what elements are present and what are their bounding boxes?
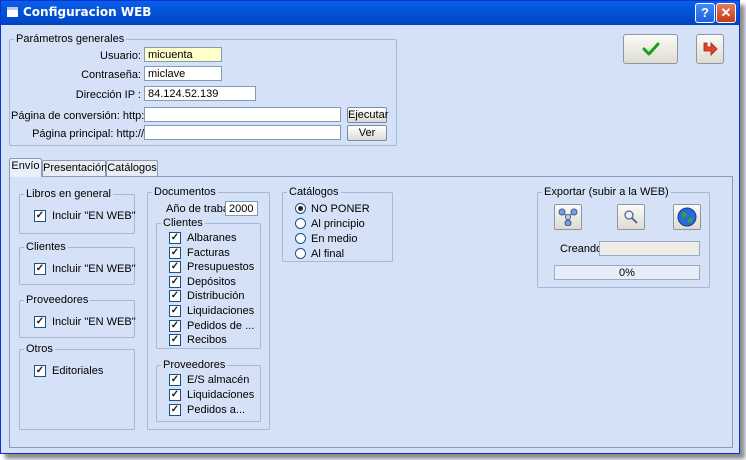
export-progress-bar: 0% [554, 265, 700, 280]
search-export-button[interactable] [617, 204, 645, 230]
doc-clientes-item-5-checkbox[interactable]: ✓ [169, 305, 181, 317]
doc-clientes-item-7-checkbox[interactable]: ✓ [169, 334, 181, 347]
catalogos-group-label: Catálogos [287, 186, 341, 198]
proveedores-group-label: Proveedores [24, 294, 91, 306]
exportar-group: Exportar (subir a la WEB) Creando: 0% [537, 186, 710, 288]
catalogos-radio-label-1: Al principio [311, 218, 365, 230]
exit-button[interactable] [696, 34, 724, 64]
proveedores-group: Proveedores ✓ Incluir "EN WEB" [19, 294, 136, 338]
catalogos-radio-2[interactable] [295, 233, 306, 244]
title-bar[interactable]: Configuracion WEB ? ✕ [1, 1, 739, 25]
libros-group-label: Libros en general [24, 188, 114, 200]
editoriales-checkbox[interactable]: ✓ [34, 365, 46, 377]
accept-button[interactable] [623, 34, 678, 64]
proveedores-incluir-label: Incluir "EN WEB" [52, 316, 136, 328]
libros-incluir-label: Incluir "EN WEB" [52, 210, 136, 222]
tab-catalogos[interactable]: Catálogos [106, 160, 158, 176]
doc-clientes-item-6-label: Pedidos de ... [187, 319, 255, 332]
catalogos-group: Catálogos NO PONER Al principio En medio Al… [282, 186, 393, 262]
doc-clientes-item-1-label: Facturas [187, 246, 230, 259]
password-input[interactable]: miclave [144, 66, 222, 81]
year-input[interactable]: 2000 [225, 201, 258, 216]
doc-clientes-item-0-label: Albaranes [187, 232, 237, 244]
doc-clientes-item-3-checkbox[interactable]: ✓ [169, 275, 181, 288]
catalogos-radio-label-2: En medio [311, 233, 358, 245]
doc-clientes-item-6-checkbox[interactable]: ✓ [169, 319, 181, 332]
clientes-group: Clientes ✓ Incluir "EN WEB" [19, 241, 136, 285]
principal-label: Página principal: http:// [32, 128, 144, 140]
general-params-label: Parámetros generales [14, 33, 127, 45]
doc-clientes-item-4-label: Distribución [187, 290, 245, 303]
doc-clientes-item-7-label: Recibos [187, 334, 227, 347]
doc-clientes-item-1-checkbox[interactable]: ✓ [169, 246, 181, 259]
exit-arrow-icon [703, 42, 718, 56]
envio-tab-panel: Libros en general ✓ Incluir "EN WEB" Cli… [9, 176, 733, 448]
clientes-group-label: Clientes [24, 241, 68, 253]
password-label: Contraseña: [81, 69, 141, 81]
ver-button[interactable]: Ver [347, 125, 387, 141]
clientes-incluir-checkbox[interactable]: ✓ [34, 263, 46, 275]
proveedores-incluir-checkbox[interactable]: ✓ [34, 316, 46, 328]
exportar-group-label: Exportar (subir a la WEB) [542, 186, 671, 198]
libros-group: Libros en general ✓ Incluir "EN WEB" [19, 188, 136, 234]
doc-proveedores-group: Proveedores ✓ E/S almacén ✓ Liquidaciones ✓ P… [156, 359, 261, 422]
tab-presentacion[interactable]: Presentación [42, 160, 107, 176]
otros-group-label: Otros [24, 343, 55, 355]
catalogos-radio-0[interactable] [295, 203, 306, 214]
ip-input[interactable]: 84.124.52.139 [144, 86, 256, 101]
ejecutar-button[interactable]: Ejecutar [347, 107, 388, 123]
doc-clientes-item-2-label: Presupuestos [187, 261, 255, 274]
config-web-window: Configuracion WEB ? ✕ Parámetros general… [0, 0, 740, 454]
catalogos-radio-label-3: Al final [311, 248, 345, 260]
catalogos-radio-3[interactable] [295, 248, 306, 259]
doc-clientes-group: Clientes ✓ Albaranes ✓ Facturas ✓ Presupuesto… [156, 217, 261, 349]
usuario-label: Usuario: [100, 50, 141, 62]
doc-proveedores-item-2-checkbox[interactable]: ✓ [169, 404, 181, 416]
close-button[interactable]: ✕ [716, 3, 736, 23]
doc-proveedores-item-0-checkbox[interactable]: ✓ [169, 374, 181, 386]
creando-field [599, 241, 700, 256]
doc-proveedores-item-1-checkbox[interactable]: ✓ [169, 389, 181, 401]
doc-clientes-label: Clientes [161, 217, 205, 229]
magnifier-icon [624, 210, 638, 224]
ip-label: Dirección IP : [75, 89, 141, 101]
doc-clientes-item-3-label: Depósitos [187, 275, 236, 288]
catalogos-radio-label-0: NO PONER [311, 203, 370, 215]
libros-incluir-checkbox[interactable]: ✓ [34, 210, 46, 222]
window-icon [7, 7, 18, 17]
tab-envio[interactable]: Envío [9, 158, 42, 177]
clientes-incluir-label: Incluir "EN WEB" [52, 263, 136, 275]
network-nodes-icon [558, 208, 578, 226]
usuario-input[interactable]: micuenta [144, 47, 222, 62]
editoriales-label: Editoriales [52, 365, 104, 377]
doc-proveedores-item-2-label: Pedidos a... [187, 404, 246, 416]
documentos-group-label: Documentos [152, 186, 218, 198]
doc-clientes-item-2-checkbox[interactable]: ✓ [169, 261, 181, 274]
doc-clientes-item-5-label: Liquidaciones [187, 305, 255, 317]
doc-proveedores-item-0-label: E/S almacén [187, 374, 250, 386]
doc-clientes-item-4-checkbox[interactable]: ✓ [169, 290, 181, 303]
web-export-button[interactable] [673, 204, 701, 230]
principal-input[interactable] [144, 125, 341, 140]
otros-group: Otros ✓ Editoriales [19, 343, 135, 430]
documentos-group: Documentos Año de trabajo 2000 Clientes … [147, 186, 270, 430]
catalogos-radio-1[interactable] [295, 218, 306, 229]
window-title: Configuracion WEB [23, 5, 152, 19]
doc-clientes-item-0-checkbox[interactable]: ✓ [169, 232, 181, 244]
help-button[interactable]: ? [695, 3, 715, 23]
conversion-label: Página de conversión: http:// [11, 110, 151, 122]
doc-proveedores-label: Proveedores [161, 359, 228, 371]
network-export-button[interactable] [554, 204, 582, 230]
conversion-input[interactable] [144, 107, 341, 122]
doc-proveedores-item-1-label: Liquidaciones [187, 389, 255, 401]
checkmark-icon [642, 42, 659, 56]
globe-icon [677, 207, 697, 227]
